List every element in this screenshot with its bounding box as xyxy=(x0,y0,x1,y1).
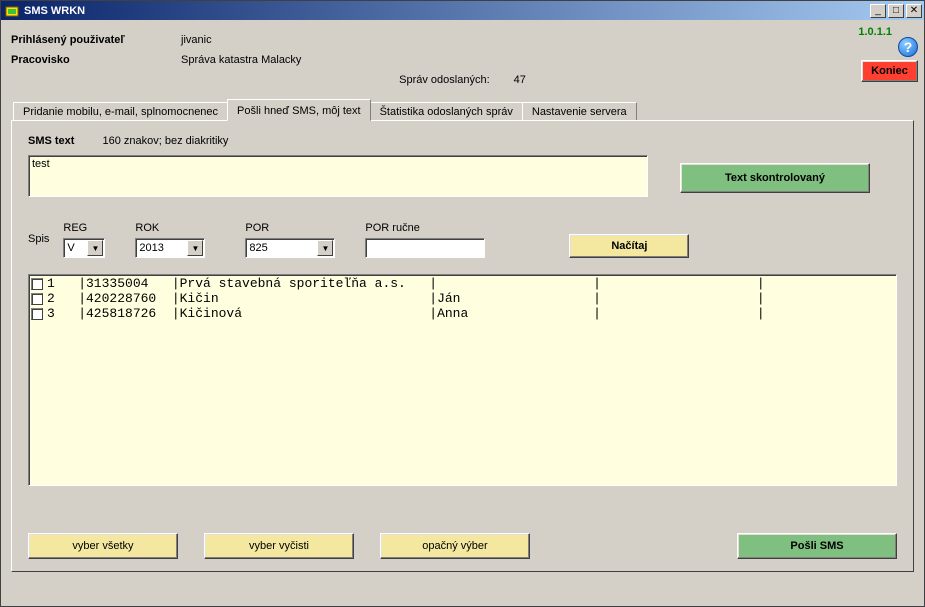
row-checkbox[interactable] xyxy=(31,308,43,320)
sms-hint: 160 znakov; bez diakritiky xyxy=(102,135,228,147)
main-window: SMS WRKN _ □ ✕ 1.0.1.1 ? Koniec Prihláse… xyxy=(0,0,925,607)
sent-label: Správ odoslaných: xyxy=(399,74,490,86)
results-list[interactable]: 1 |31335004 |Prvá stavebná sporiteľňa a.… xyxy=(28,274,897,486)
rok-label: ROK xyxy=(135,222,205,234)
row-text: 3 |425818726 |Kičinová |Anna | | xyxy=(47,306,765,321)
maximize-button[interactable]: □ xyxy=(888,4,904,18)
sent-value: 47 xyxy=(514,74,526,86)
sent-row: Správ odoslaných: 47 xyxy=(11,74,914,86)
list-item[interactable]: 3 |425818726 |Kičinová |Anna | | xyxy=(31,306,894,321)
row-checkbox[interactable] xyxy=(31,278,43,290)
reg-combo[interactable]: V ▼ xyxy=(63,238,105,258)
rok-value: 2013 xyxy=(139,242,163,254)
sms-text-input[interactable] xyxy=(28,155,648,197)
spis-label: Spis xyxy=(28,233,49,247)
window-title: SMS WRKN xyxy=(24,5,868,17)
por-value: 825 xyxy=(249,242,267,254)
send-sms-button[interactable]: Pošli SMS xyxy=(737,533,897,559)
minimize-button[interactable]: _ xyxy=(870,4,886,18)
exit-button[interactable]: Koniec xyxy=(861,60,918,82)
por-combo[interactable]: 825 ▼ xyxy=(245,238,335,258)
reg-value: V xyxy=(67,242,74,254)
select-all-button[interactable]: vyber všetky xyxy=(28,533,178,559)
titlebar[interactable]: SMS WRKN _ □ ✕ xyxy=(1,1,924,20)
close-button[interactable]: ✕ xyxy=(906,4,922,18)
por-rucne-label: POR ručne xyxy=(365,222,485,234)
tab-server-settings[interactable]: Nastavenie servera xyxy=(522,102,637,121)
load-button[interactable]: Načítaj xyxy=(569,234,689,258)
help-icon[interactable]: ? xyxy=(898,37,918,57)
sms-text-label: SMS text xyxy=(28,135,74,147)
reg-label: REG xyxy=(63,222,105,234)
chevron-down-icon: ▼ xyxy=(187,240,203,256)
por-label: POR xyxy=(245,222,335,234)
row-text: 2 |420228760 |Kičin |Ján | | xyxy=(47,291,765,306)
user-value: jivanic xyxy=(181,34,212,46)
chevron-down-icon: ▼ xyxy=(317,240,333,256)
list-item[interactable]: 1 |31335004 |Prvá stavebná sporiteľňa a.… xyxy=(31,276,894,291)
tab-add-mobile[interactable]: Pridanie mobilu, e-mail, splnomocnenec xyxy=(13,102,228,121)
select-clear-button[interactable]: vyber vyčisti xyxy=(204,533,354,559)
tab-strip: Pridanie mobilu, e-mail, splnomocnenec P… xyxy=(13,98,914,120)
tab-statistics[interactable]: Štatistika odoslaných správ xyxy=(370,102,523,121)
list-item[interactable]: 2 |420228760 |Kičin |Ján | | xyxy=(31,291,894,306)
row-text: 1 |31335004 |Prvá stavebná sporiteľňa a.… xyxy=(47,276,765,291)
tab-send-sms[interactable]: Pošli hneď SMS, môj text xyxy=(227,99,371,121)
app-icon xyxy=(4,3,20,19)
text-checked-button[interactable]: Text skontrolovaný xyxy=(680,163,870,193)
chevron-down-icon: ▼ xyxy=(87,240,103,256)
rok-combo[interactable]: 2013 ▼ xyxy=(135,238,205,258)
version-label: 1.0.1.1 xyxy=(858,26,892,38)
por-rucne-input[interactable] xyxy=(365,238,485,258)
content-area: 1.0.1.1 ? Koniec Prihlásený použivateľ j… xyxy=(1,20,924,606)
workplace-value: Správa katastra Malacky xyxy=(181,54,301,66)
workplace-label: Pracovisko xyxy=(11,54,181,66)
user-label: Prihlásený použivateľ xyxy=(11,34,181,46)
tab-body: SMS text 160 znakov; bez diakritiky Text… xyxy=(11,120,914,572)
row-checkbox[interactable] xyxy=(31,293,43,305)
select-invert-button[interactable]: opačný výber xyxy=(380,533,530,559)
header-block: Prihlásený použivateľ jivanic Pracovisko… xyxy=(11,30,914,70)
